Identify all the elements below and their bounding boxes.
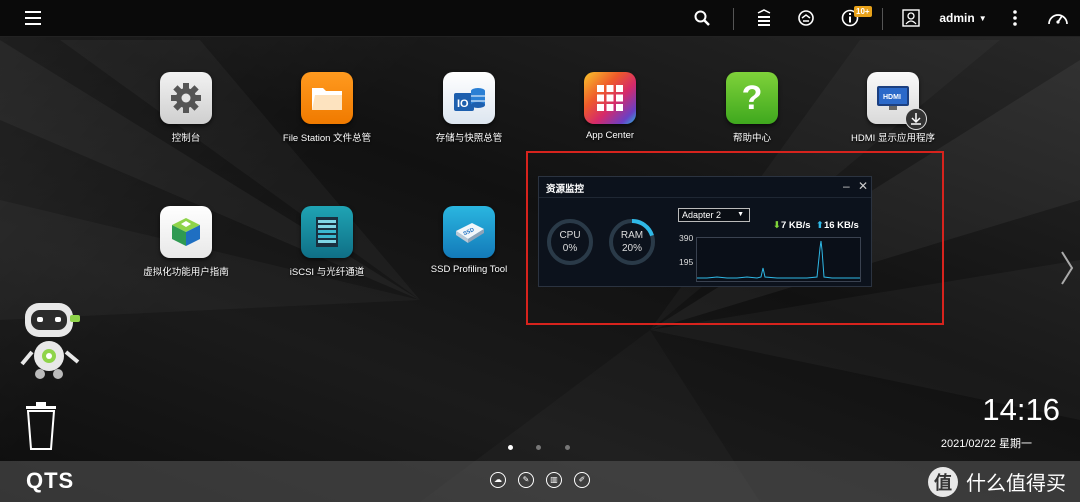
resource-monitor-title: 资源监控 — [546, 184, 585, 195]
virtualization-icon — [160, 206, 212, 258]
app-label: iSCSI 与光纤通道 — [289, 267, 365, 278]
more-icon[interactable] — [1004, 0, 1026, 36]
app-label: App Center — [585, 130, 635, 141]
app-iscsi-fc[interactable]: iSCSI 与光纤通道 — [257, 206, 397, 278]
page-dot[interactable] — [508, 445, 513, 450]
app-label: 存储与快照总管 — [435, 133, 503, 144]
bottom-dock: QTS ☁ ✎ ▥ ✐ 值 什么值得买 — [0, 461, 1080, 502]
ram-label: RAM — [620, 230, 644, 241]
qts-logo: QTS — [26, 468, 75, 493]
smzdm-logo: 值 — [928, 466, 958, 497]
app-label: 帮助中心 — [732, 133, 771, 144]
app-grid-icon — [584, 72, 636, 124]
gear-icon — [160, 72, 212, 124]
resource-monitor-header: 资源监控 – ✕ — [539, 177, 871, 198]
dashboard-icon[interactable] — [1044, 0, 1072, 36]
user-menu[interactable]: admin ▼ — [936, 0, 990, 36]
close-icon[interactable]: ✕ — [858, 179, 868, 193]
sync-icon[interactable] — [792, 0, 820, 36]
chevron-down-icon: ▼ — [737, 211, 744, 218]
y-tick-label: 390 — [679, 233, 694, 243]
help-icon: ? — [726, 72, 778, 124]
cpu-value: 0% — [562, 243, 578, 254]
arrow-down-icon: ⬇ — [773, 220, 781, 231]
storage-icon: IO — [443, 72, 495, 124]
app-virtualization-guide[interactable]: 虚拟化功能用户指南 — [116, 206, 256, 278]
app-label: 控制台 — [171, 133, 201, 144]
download-rate: ⬇7 KB/s — [773, 220, 811, 231]
app-control-panel[interactable]: 控制台 — [116, 72, 256, 144]
download-icon — [905, 108, 927, 130]
network-chart-line — [697, 240, 860, 279]
app-label: HDMI 显示应用程序 — [851, 133, 935, 144]
cpu-label: CPU — [559, 230, 581, 241]
arrow-up-icon: ⬆ — [816, 220, 824, 231]
app-help-center[interactable]: ? 帮助中心 — [682, 72, 822, 144]
folder-icon — [301, 72, 353, 124]
app-label: 虚拟化功能用户指南 — [143, 267, 229, 278]
assistant-robot-icon[interactable] — [18, 300, 88, 387]
notification-badge: 10+ — [854, 6, 872, 17]
clock-date: 2021/02/22 星期一 — [940, 438, 1032, 450]
app-app-center[interactable]: App Center — [540, 72, 680, 141]
ram-value: 20% — [621, 243, 642, 254]
app-label: File Station 文件总管 — [282, 133, 372, 144]
chevron-down-icon: ▼ — [978, 13, 987, 23]
app-label: SSD Profiling Tool — [430, 264, 508, 275]
edit-icon[interactable]: ✐ — [574, 472, 590, 488]
ssd-icon: SSD — [443, 206, 495, 258]
adapter-select[interactable]: Adapter 2 ▼ — [678, 208, 750, 222]
book-icon[interactable]: ▥ — [546, 472, 562, 488]
resource-monitor-widget[interactable]: 资源监控 – ✕ CPU 0% RAM 20% Adapter 2 ▼ ⬇7 K… — [538, 176, 872, 287]
ram-readout: RAM 20% — [608, 229, 656, 255]
page-dot[interactable] — [564, 445, 570, 450]
tools-icon[interactable]: ✎ — [518, 472, 534, 488]
menu-icon[interactable] — [18, 0, 48, 36]
user-icon[interactable] — [898, 0, 924, 36]
divider — [733, 8, 734, 30]
next-page-arrow[interactable] — [1060, 250, 1074, 291]
svg-text:HDMI: HDMI — [883, 94, 901, 101]
iscsi-icon — [301, 206, 353, 258]
app-hdmi-display[interactable]: HDMI HDMI 显示应用程序 — [823, 72, 963, 144]
top-bar: 10+ admin ▼ — [0, 0, 1080, 37]
minimize-icon[interactable]: – — [843, 179, 850, 193]
smzdm-watermark: 值 什么值得买 — [928, 461, 1066, 502]
divider — [882, 8, 883, 30]
page-dot[interactable] — [536, 445, 542, 450]
svg-text:IO: IO — [457, 98, 469, 110]
cpu-readout: CPU 0% — [546, 229, 594, 255]
page-indicator — [508, 437, 589, 455]
adapter-value: Adapter 2 — [682, 210, 722, 220]
app-file-station[interactable]: File Station 文件总管 — [257, 72, 397, 144]
upload-rate: ⬆16 KB/s — [816, 220, 859, 231]
cloud-icon[interactable]: ☁ — [490, 472, 506, 488]
hdmi-icon: HDMI — [867, 72, 927, 130]
clock-time: 14:16 — [982, 392, 1060, 427]
tasks-icon[interactable] — [750, 0, 778, 36]
network-chart — [696, 237, 861, 282]
trash-icon[interactable] — [24, 401, 58, 456]
y-tick-label: 195 — [679, 257, 694, 267]
app-ssd-profiling[interactable]: SSD SSD Profiling Tool — [399, 206, 539, 275]
username-label: admin — [939, 11, 975, 25]
search-icon[interactable] — [688, 0, 716, 36]
watermark-text: 什么值得买 — [966, 473, 1066, 495]
app-storage-snapshots[interactable]: IO 存储与快照总管 — [399, 72, 539, 144]
